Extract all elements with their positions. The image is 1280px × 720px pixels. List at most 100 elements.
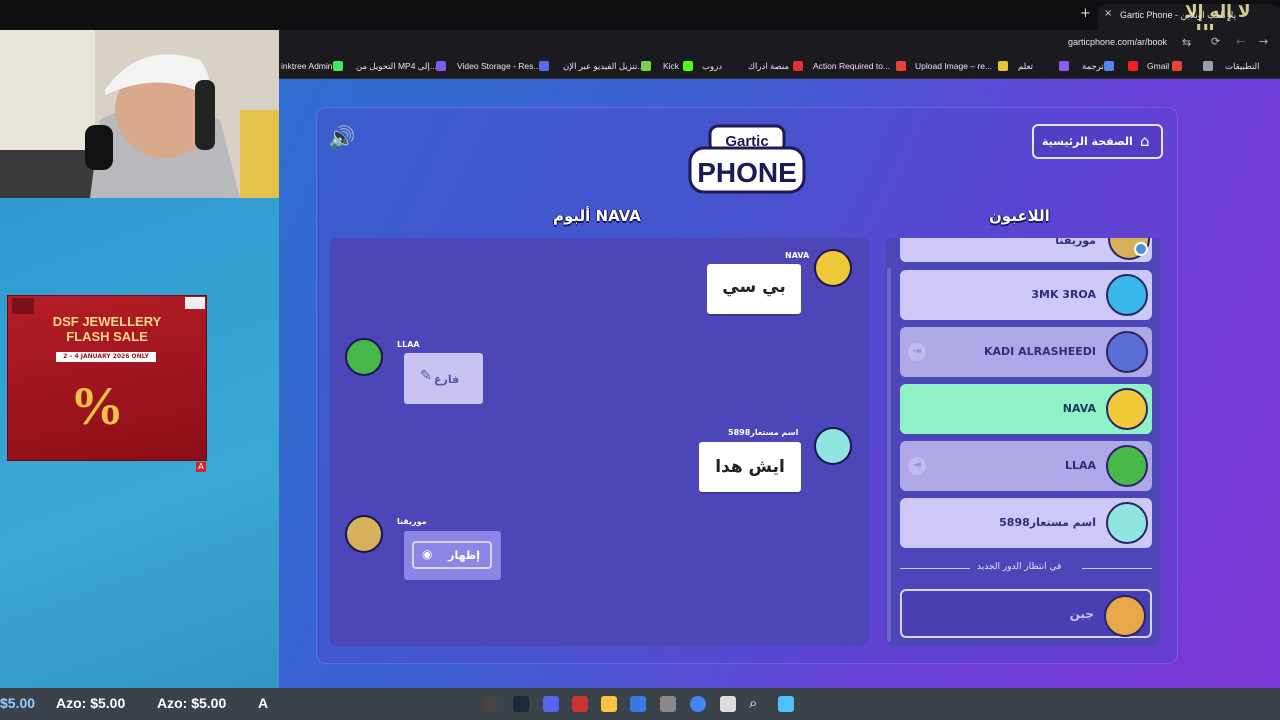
kick-icon[interactable]: ⇥ bbox=[908, 457, 926, 475]
reveal-button[interactable]: ◉ إظهار bbox=[412, 541, 492, 569]
avatar bbox=[1104, 595, 1146, 637]
bookmark-video-download[interactable]: تنزيل الفيديو عبر الإن... bbox=[563, 61, 644, 72]
host-icon bbox=[1134, 242, 1148, 256]
waiting-label: في انتظار الدور الجديد bbox=[977, 562, 1062, 572]
kick-icon[interactable]: ⇥ bbox=[908, 343, 926, 361]
waiting-player-row: جبن bbox=[900, 589, 1152, 638]
player-name: موريقنا bbox=[1055, 238, 1096, 247]
bookmark-mp4[interactable]: التحويل من MP4 إلى... bbox=[356, 61, 437, 72]
player-row: ⇥ LLAA bbox=[900, 441, 1152, 491]
avatar bbox=[1106, 445, 1148, 487]
folder-icon[interactable] bbox=[601, 696, 617, 712]
ad-badge-icon bbox=[185, 297, 205, 309]
upload-icon bbox=[998, 61, 1008, 71]
logo-bottom-text: PHONE bbox=[697, 157, 797, 188]
discord-icon[interactable] bbox=[543, 696, 559, 712]
bookmark-kick[interactable]: Kick bbox=[663, 61, 679, 71]
bookmark-learn[interactable]: تعلم bbox=[1018, 61, 1033, 72]
video-editor-icon[interactable] bbox=[572, 696, 588, 712]
download-icon bbox=[641, 61, 651, 71]
mail-icon bbox=[896, 61, 906, 71]
url-field[interactable]: garticphone.com/ar/book bbox=[1068, 37, 1167, 47]
player-name: اسم مستعار5898 bbox=[999, 516, 1096, 529]
chrome-icon[interactable] bbox=[690, 696, 706, 712]
reveal-card: ◉ إظهار bbox=[404, 531, 501, 580]
bookmark-gmail[interactable]: Gmail bbox=[1147, 61, 1169, 71]
taskbar-letter: A bbox=[258, 695, 269, 711]
money-ticker: $5.00 bbox=[0, 695, 36, 711]
windows-start-icon[interactable] bbox=[778, 696, 794, 712]
player-name: LLAA bbox=[1064, 459, 1096, 472]
search-icon[interactable]: ⌕ bbox=[749, 694, 757, 712]
youtube-icon bbox=[1128, 61, 1138, 71]
kick-icon bbox=[683, 61, 693, 71]
album-username: موريقنا bbox=[397, 517, 427, 526]
players-title: اللاعبون bbox=[989, 207, 1050, 225]
bookmark-upload[interactable]: Upload Image – re... bbox=[915, 61, 992, 71]
bookmark-video-storage[interactable]: Video Storage - Res... bbox=[457, 61, 540, 71]
bookmark-translate[interactable]: ترجمة bbox=[1082, 61, 1104, 72]
money-ticker: Azo: $5.00 bbox=[56, 695, 126, 711]
home-icon: ⌂ bbox=[1140, 132, 1150, 150]
task-view-icon[interactable] bbox=[720, 696, 736, 712]
player-name: KADI ALRASHEEDI bbox=[984, 345, 1096, 358]
bookmark-edraak[interactable]: منصة ادراك bbox=[748, 61, 789, 72]
bookmark-action[interactable]: Action Required to... bbox=[813, 61, 890, 71]
eye-icon: ◉ bbox=[422, 547, 433, 561]
steam-icon[interactable] bbox=[513, 696, 529, 712]
avatar bbox=[345, 515, 383, 553]
avatar bbox=[814, 249, 852, 287]
ad-percent: % bbox=[70, 376, 124, 436]
translate-icon[interactable]: ⇆ bbox=[1182, 36, 1191, 49]
bookmark-linktree[interactable]: inktree Admin bbox=[281, 61, 333, 71]
reload-icon[interactable]: ⟳ bbox=[1211, 35, 1220, 48]
storage-icon bbox=[539, 61, 549, 71]
learn-icon bbox=[1059, 61, 1069, 71]
bookmark-droob[interactable]: دروب bbox=[702, 61, 722, 72]
player-name: جبن bbox=[1069, 607, 1094, 621]
gmail-icon bbox=[1172, 61, 1182, 71]
album-username: اسم مستعار5898 bbox=[728, 428, 799, 437]
album-title: ألبوم NAVA bbox=[553, 207, 641, 225]
waiting-divider: في انتظار الدور الجديد bbox=[900, 562, 1152, 572]
ad-choice-badge[interactable]: A bbox=[196, 462, 206, 472]
album-empty-bubble: فارغ bbox=[404, 353, 483, 404]
album-text-bubble: ايش هدا bbox=[699, 442, 801, 492]
money-ticker: Azo: $5.00 bbox=[157, 695, 227, 711]
album-username: NAVA bbox=[785, 251, 810, 260]
ad-title: DSF JEWELLERY FLASH SALE bbox=[7, 314, 207, 344]
avatar bbox=[1106, 388, 1148, 430]
avatar bbox=[1106, 274, 1148, 316]
player-row-active: NAVA bbox=[900, 384, 1152, 434]
divider-line bbox=[900, 568, 970, 569]
new-tab-button[interactable]: + bbox=[1080, 6, 1091, 21]
obs-icon[interactable] bbox=[660, 696, 676, 712]
album-username: LLAA bbox=[397, 340, 420, 349]
players-scrollbar[interactable] bbox=[887, 268, 891, 642]
ad-dates: 2 – 4 JANUARY 2026 ONLY bbox=[56, 352, 156, 362]
speaker-icon[interactable]: 🔊 bbox=[328, 126, 355, 151]
reveal-label: إظهار bbox=[448, 549, 480, 562]
translate-bookmark-icon bbox=[1104, 61, 1114, 71]
apps-icon bbox=[1203, 61, 1213, 71]
player-name: NAVA bbox=[1062, 402, 1096, 415]
player-row: اسم مستعار5898 bbox=[900, 498, 1152, 548]
bookmark-apps[interactable]: التطبيقات bbox=[1225, 61, 1260, 72]
back-icon[interactable]: → bbox=[1259, 35, 1268, 48]
avatar bbox=[1106, 502, 1148, 544]
ad-logo bbox=[12, 298, 34, 314]
close-tab-icon[interactable]: × bbox=[1104, 8, 1112, 19]
player-row: ⇥ KADI ALRASHEEDI bbox=[900, 327, 1152, 377]
divider-line bbox=[1082, 568, 1152, 569]
avatar bbox=[345, 338, 383, 376]
store-icon[interactable] bbox=[630, 696, 646, 712]
gartic-phone-logo: Gartic PHONE bbox=[688, 124, 806, 196]
ad-title-line2: FLASH SALE bbox=[66, 329, 148, 344]
forward-icon[interactable]: ← bbox=[1236, 35, 1245, 48]
avatar bbox=[1106, 331, 1148, 373]
player-name: 3MK 3ROA bbox=[1031, 288, 1096, 301]
avatar bbox=[814, 427, 852, 465]
linktree-icon bbox=[333, 61, 343, 71]
player-row: 3MK 3ROA bbox=[900, 270, 1152, 320]
app-icon[interactable] bbox=[483, 696, 499, 712]
